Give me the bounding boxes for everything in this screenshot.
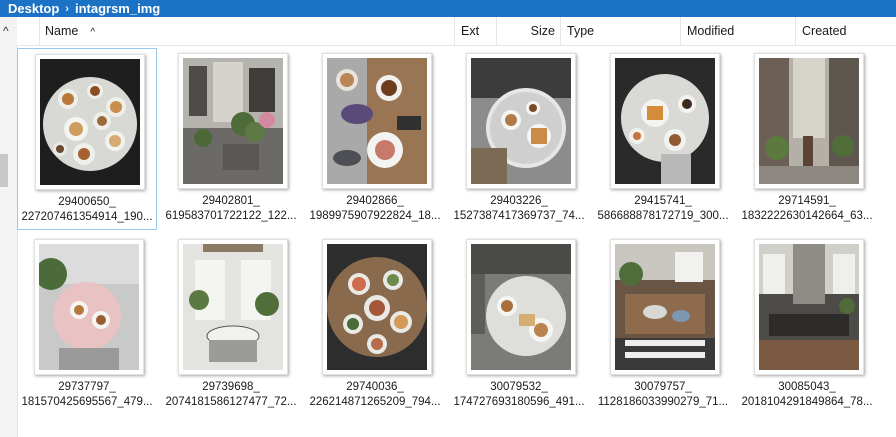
file-name-line1: 30085043_: [778, 381, 836, 393]
column-type[interactable]: Type: [561, 17, 681, 45]
column-size-label: Size: [530, 24, 555, 38]
file-name-line1: 29737797_: [58, 381, 116, 393]
column-header: Name ^ Ext Size Type Modified Created: [17, 17, 896, 46]
column-modified[interactable]: Modified: [681, 17, 796, 45]
file-item[interactable]: 29714591_ 1832222630142664_63...: [737, 48, 877, 230]
photo-thumbnail: [322, 239, 432, 375]
file-name-line2: 586688878172719_300...: [597, 210, 729, 222]
file-item[interactable]: 30079532_ 174727693180596_491...: [449, 234, 589, 416]
file-item[interactable]: 30085043_ 2018104291849864_78...: [737, 234, 877, 416]
photo-thumbnail: [322, 53, 432, 189]
column-size[interactable]: Size: [497, 17, 561, 45]
thumbnail-grid: 29400650_ 227207461354914_190... 2940280…: [17, 46, 896, 437]
file-name-line1: 29403226_: [490, 195, 548, 207]
file-item[interactable]: 29415741_ 586688878172719_300...: [593, 48, 733, 230]
file-name: 29402866_ 1989975907922824_18...: [307, 194, 443, 224]
photo-thumbnail: [466, 239, 576, 375]
file-name-line2: 226214871265209_794...: [309, 396, 441, 408]
photo-thumbnail: [610, 53, 720, 189]
photo-thumbnail: [466, 53, 576, 189]
photo-thumbnail: [35, 54, 145, 190]
file-item[interactable]: 29403226_ 1527387417369737_74...: [449, 48, 589, 230]
file-item[interactable]: 30079757_ 1128186033990279_71...: [593, 234, 733, 416]
file-name-line1: 30079532_: [490, 381, 548, 393]
file-name: 29714591_ 1832222630142664_63...: [739, 194, 875, 224]
file-name-line2: 181570425695567_479...: [21, 396, 153, 408]
column-ext[interactable]: Ext: [455, 17, 497, 45]
file-name-line2: 2074181586127477_72...: [165, 396, 297, 408]
file-item[interactable]: 29402801_ 619583701722122_122...: [161, 48, 301, 230]
file-name-line2: 619583701722122_122...: [165, 210, 297, 222]
column-name[interactable]: Name ^: [40, 17, 455, 45]
column-type-label: Type: [567, 24, 595, 38]
file-name-line2: 1832222630142664_63...: [741, 210, 873, 222]
sort-ascending-icon: ^: [90, 27, 96, 38]
file-name: 29740036_ 226214871265209_794...: [307, 380, 443, 410]
file-name-line1: 29740036_: [346, 381, 404, 393]
column-created-label: Created: [802, 24, 847, 38]
file-name: 29415741_ 586688878172719_300...: [595, 194, 731, 224]
photo-thumbnail: [178, 239, 288, 375]
breadcrumb-item-current[interactable]: intagrsm_img: [75, 1, 160, 16]
file-name-line2: 174727693180596_491...: [453, 396, 585, 408]
file-name-line1: 29402801_: [202, 195, 260, 207]
file-name-line1: 29402866_: [346, 195, 404, 207]
scrollbar-thumb[interactable]: [0, 154, 8, 187]
file-item[interactable]: 29402866_ 1989975907922824_18...: [305, 48, 445, 230]
file-name: 29403226_ 1527387417369737_74...: [451, 194, 587, 224]
file-item[interactable]: 29740036_ 226214871265209_794...: [305, 234, 445, 416]
file-name-line2: 2018104291849864_78...: [741, 396, 873, 408]
column-modified-label: Modified: [687, 24, 735, 38]
breadcrumb: Desktop › intagrsm_img: [0, 0, 896, 17]
file-name: 30079757_ 1128186033990279_71...: [595, 380, 731, 410]
file-name-line2: 1527387417369737_74...: [453, 210, 585, 222]
photo-thumbnail: [754, 239, 864, 375]
file-item[interactable]: 29737797_ 181570425695567_479...: [17, 234, 157, 416]
file-name-line1: 30079757_: [634, 381, 692, 393]
photo-thumbnail: [178, 53, 288, 189]
file-name-line1: 29400650_: [58, 196, 116, 208]
column-name-label: Name: [45, 24, 79, 38]
left-scroll-strip: ^: [0, 17, 18, 437]
breadcrumb-item-desktop[interactable]: Desktop: [0, 0, 59, 17]
column-ext-label: Ext: [461, 24, 480, 38]
file-name-line2: 227207461354914_190...: [21, 211, 153, 223]
file-name: 29400650_ 227207461354914_190...: [20, 195, 154, 225]
file-name: 29737797_ 181570425695567_479...: [19, 380, 155, 410]
file-name-line1: 29714591_: [778, 195, 836, 207]
file-name-line1: 29415741_: [634, 195, 692, 207]
file-name: 29739698_ 2074181586127477_72...: [163, 380, 299, 410]
column-created[interactable]: Created: [796, 17, 896, 45]
file-name-line1: 29739698_: [202, 381, 260, 393]
file-name-line2: 1128186033990279_71...: [597, 396, 729, 408]
file-name: 30085043_ 2018104291849864_78...: [739, 380, 875, 410]
chevron-up-icon[interactable]: ^: [3, 24, 9, 38]
file-item[interactable]: 29400650_ 227207461354914_190...: [17, 48, 157, 230]
header-spacer: [17, 17, 40, 45]
photo-thumbnail: [34, 239, 144, 375]
photo-thumbnail: [754, 53, 864, 189]
file-name: 30079532_ 174727693180596_491...: [451, 380, 587, 410]
file-item[interactable]: 29739698_ 2074181586127477_72...: [161, 234, 301, 416]
photo-thumbnail: [610, 239, 720, 375]
breadcrumb-separator: ›: [65, 2, 69, 15]
file-name: 29402801_ 619583701722122_122...: [163, 194, 299, 224]
file-name-line2: 1989975907922824_18...: [309, 210, 441, 222]
